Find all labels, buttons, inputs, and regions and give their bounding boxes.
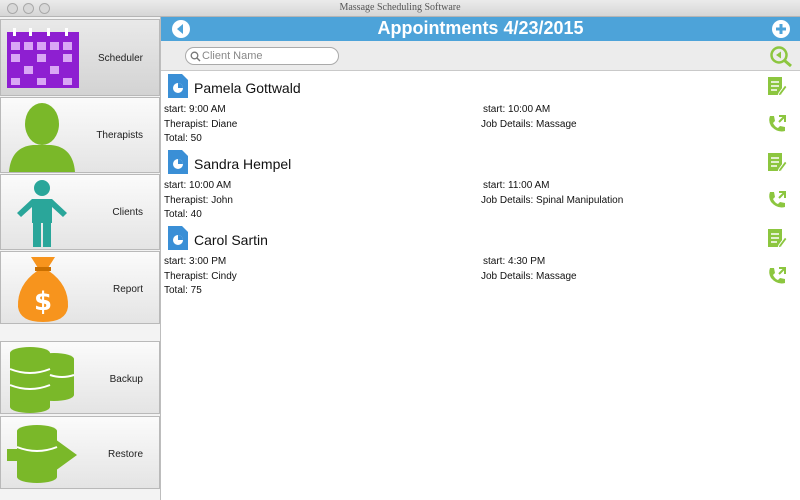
title-bar: Massage Scheduling Software [0,0,800,17]
add-appointment-button[interactable] [772,20,790,38]
search-field[interactable] [185,47,339,65]
client-name: Sandra Hempel [194,156,292,172]
total: Total: 40 [164,209,202,220]
sidebar-item-restore[interactable]: Restore [0,416,160,489]
total: Total: 75 [164,285,202,296]
window-title: Massage Scheduling Software [339,2,461,13]
svg-text:$: $ [34,287,52,317]
calendar-icon [7,28,79,88]
list-item[interactable]: Pamela Gottwald start: 9:00 AM start: 10… [161,72,800,148]
end-time: start: 11:00 AM [483,180,550,191]
therapist: Therapist: Diane [164,119,238,130]
sidebar-item-label: Clients [112,207,143,218]
start-time: start: 10:00 AM [164,180,232,191]
job-details: Job Details: Massage [481,271,577,282]
sidebar: Scheduler Therapists Clients $ Report Ba… [0,17,161,500]
search-icon [190,51,201,62]
job-details: Job Details: Spinal Manipulation [481,195,624,206]
database-restore-icon [7,425,77,483]
page-title: Appointments 4/23/2015 [377,18,584,38]
sidebar-item-clients[interactable]: Clients [0,174,160,250]
edit-notes-icon[interactable] [767,227,787,249]
client-figure-icon [17,180,67,247]
sidebar-item-label: Therapists [96,130,143,141]
edit-notes-icon[interactable] [767,151,787,173]
sidebar-item-label: Backup [109,374,143,385]
phone-call-icon[interactable] [767,266,787,286]
sidebar-item-backup[interactable]: Backup [0,341,160,414]
sidebar-item-report[interactable]: $ Report [0,251,160,324]
list-item[interactable]: Carol Sartin start: 3:00 PM start: 4:30 … [161,224,800,300]
client-name: Pamela Gottwald [194,80,301,96]
start-time: start: 3:00 PM [164,256,227,267]
client-name-input[interactable] [202,49,332,63]
person-icon [9,103,75,172]
end-time: start: 10:00 AM [483,104,551,115]
document-icon [168,150,188,174]
sidebar-item-scheduler[interactable]: Scheduler [0,19,160,96]
sidebar-item-label: Report [112,284,143,295]
appointments-list: Pamela Gottwald start: 9:00 AM start: 10… [161,72,800,500]
client-name: Carol Sartin [194,232,268,248]
phone-call-icon[interactable] [767,114,787,134]
money-bag-icon: $ [17,257,69,322]
start-time: start: 9:00 AM [164,104,226,115]
end-time: start: 4:30 PM [483,256,546,267]
document-icon [168,226,188,250]
total: Total: 50 [164,133,202,144]
sidebar-item-therapists[interactable]: Therapists [0,97,160,173]
therapist: Therapist: Cindy [164,271,237,282]
list-item[interactable]: Sandra Hempel start: 10:00 AM start: 11:… [161,148,800,224]
job-details: Job Details: Massage [481,119,577,130]
phone-call-icon[interactable] [767,190,787,210]
therapist: Therapist: John [164,195,233,206]
sidebar-item-label: Scheduler [97,53,143,64]
app-window: Massage Scheduling Software Scheduler Th… [0,0,800,500]
document-icon [168,74,188,98]
search-bar [161,41,800,71]
plus-icon [776,24,786,34]
edit-notes-icon[interactable] [767,75,787,97]
sidebar-item-label: Restore [107,449,143,460]
header-bar: Appointments 4/23/2015 [161,17,800,41]
search-back-icon[interactable] [769,45,793,67]
database-stack-icon [9,347,75,413]
